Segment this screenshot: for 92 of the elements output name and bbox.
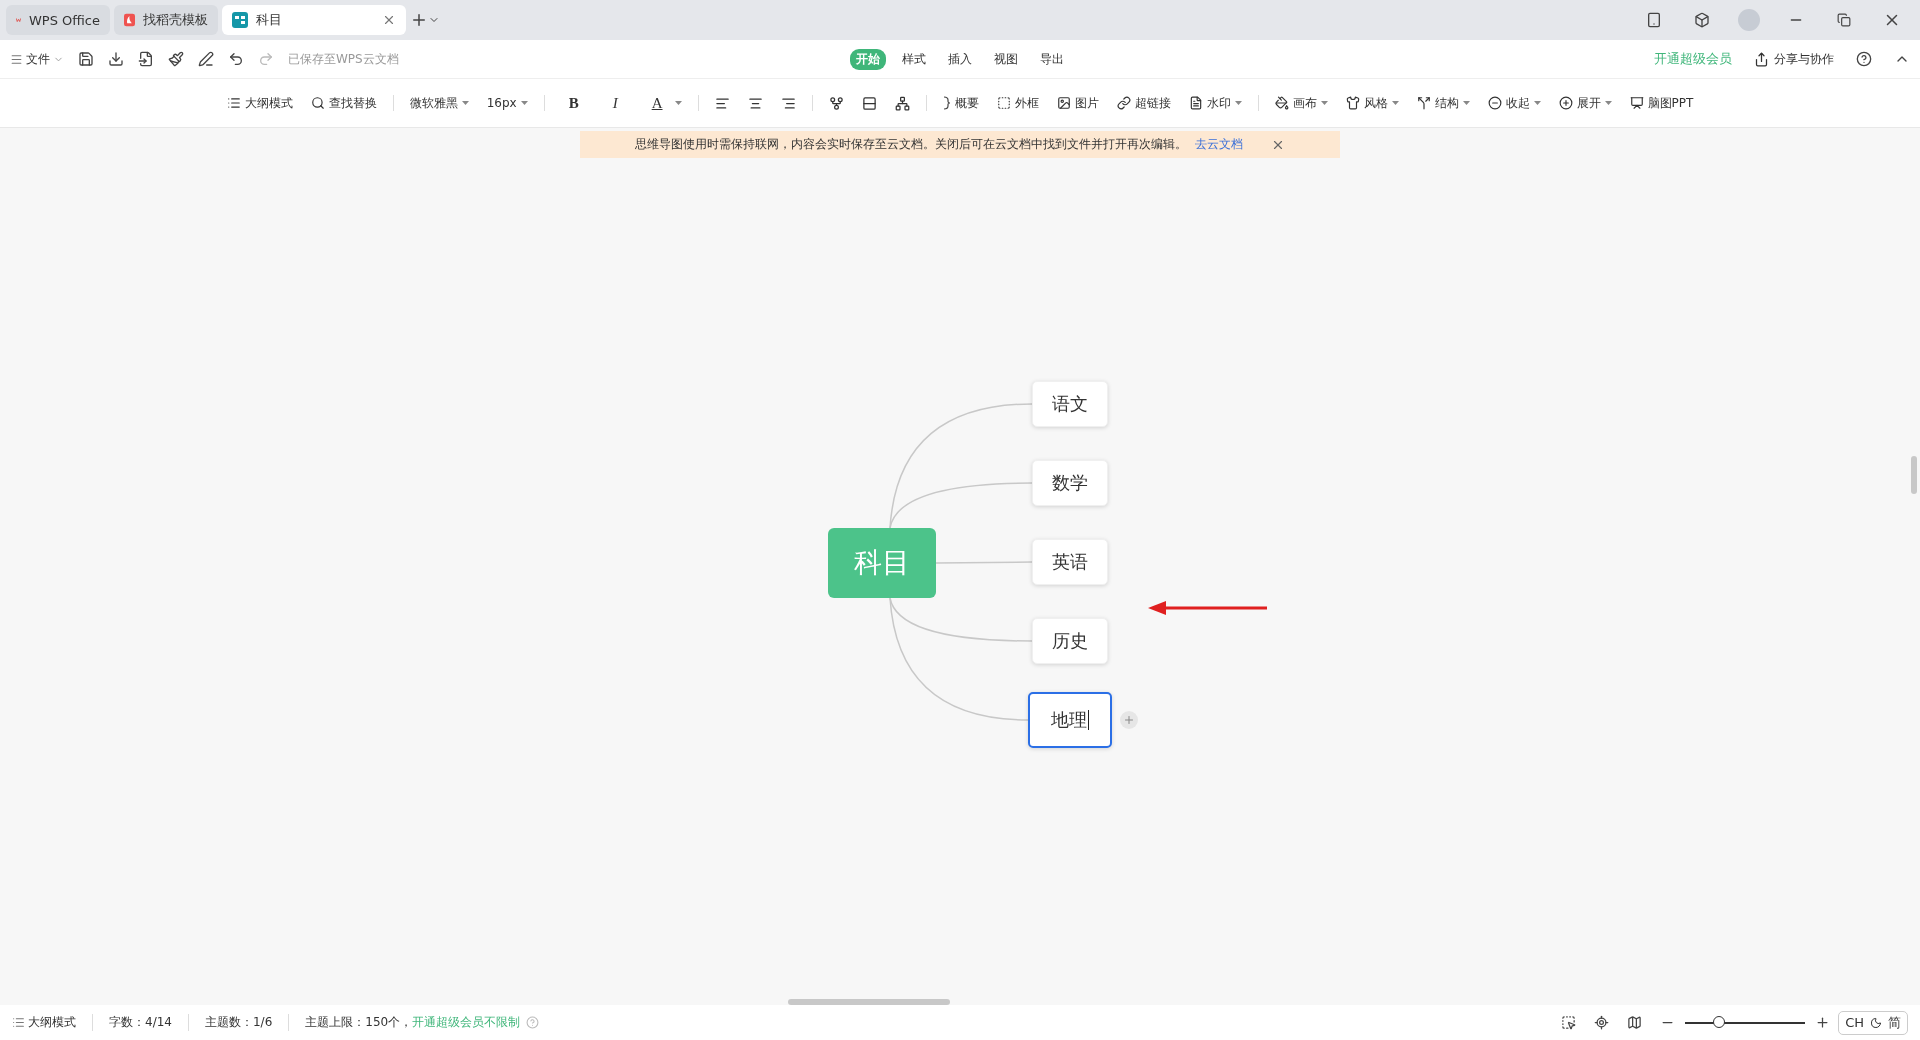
toolbar-button[interactable]: 查找替换: [304, 90, 383, 116]
mindmap-logo-icon: [232, 12, 248, 28]
locate-icon[interactable]: [1594, 1015, 1610, 1030]
pen-icon[interactable]: [198, 51, 214, 67]
document-tab[interactable]: 找稻壳模板: [114, 5, 218, 35]
toolbar-button[interactable]: 外框: [990, 90, 1045, 116]
align-right-icon: [780, 95, 796, 111]
paint-roller-icon[interactable]: [168, 51, 184, 67]
undo-icon[interactable]: [228, 51, 244, 67]
notice-text: 思维导图使用时需保持联网，内容会实时保存至云文档。关闭后可在云文档中找到文件并打开再次编辑。: [635, 136, 1187, 153]
save-status: 已保存至WPS云文档: [288, 50, 399, 68]
align-center-icon: [747, 95, 763, 111]
new-tab-button[interactable]: [410, 11, 440, 29]
sibling-topic-icon: [861, 95, 877, 111]
list-icon: [226, 96, 241, 110]
help-icon[interactable]: [1856, 51, 1872, 67]
format-button[interactable]: B: [554, 90, 593, 116]
caret-icon: [1533, 101, 1541, 105]
topic-node[interactable]: 数学: [1032, 460, 1108, 506]
plus-circle-icon: [1558, 96, 1573, 110]
import-icon[interactable]: [138, 51, 154, 67]
cloud-docs-link[interactable]: 去云文档: [1195, 136, 1243, 153]
image-icon: [1056, 96, 1071, 110]
shirt-icon: [1345, 96, 1360, 110]
brace-icon: [942, 96, 951, 110]
map-icon[interactable]: [1627, 1015, 1643, 1030]
topic-node[interactable]: 语文: [1032, 381, 1108, 427]
vertical-scrollbar[interactable]: [1911, 456, 1917, 494]
paint-bucket-icon: [1274, 96, 1289, 110]
plus-icon: [1123, 714, 1135, 726]
caret-icon: [1462, 101, 1470, 105]
caret-icon: [520, 101, 528, 105]
document-icon: [1188, 96, 1203, 110]
toolbar-button[interactable]: 展开: [1552, 90, 1618, 116]
topic-limit: 主题上限：150个，: [304, 1014, 413, 1031]
split-icon: [1416, 96, 1431, 110]
caret-icon: [461, 101, 469, 105]
save-icon[interactable]: [78, 51, 94, 67]
caret-icon: [1391, 101, 1399, 105]
caret-icon: [1320, 101, 1328, 105]
caret-icon: [1604, 101, 1612, 105]
align-left-icon: [714, 95, 730, 111]
horizontal-scrollbar[interactable]: [788, 999, 950, 1005]
presentation-icon: [1629, 96, 1644, 110]
caret-icon: [674, 101, 682, 105]
ribbon-tab[interactable]: 导出: [1034, 48, 1070, 70]
download-icon[interactable]: [108, 51, 124, 67]
document-tab[interactable]: WPS Office: [6, 5, 110, 35]
flame-logo-icon: [124, 12, 135, 28]
selection-icon[interactable]: [1561, 1015, 1577, 1030]
ribbon-tab[interactable]: 样式: [896, 48, 932, 70]
minus-circle-icon: [1487, 96, 1502, 110]
toolbar-dropdown[interactable]: 微软雅黑: [403, 90, 475, 116]
toolbar-button[interactable]: 大纲模式: [220, 90, 299, 116]
caret-icon: [1234, 101, 1242, 105]
format-button[interactable]: I: [598, 90, 632, 116]
toolbar-button[interactable]: 概要: [936, 90, 985, 116]
toolbar-button[interactable]: 脑图PPT: [1623, 90, 1700, 116]
toolbar-button[interactable]: 画布: [1268, 90, 1334, 116]
topic-count: 主题数：1/6: [188, 1014, 290, 1031]
zoom-in-icon[interactable]: [1815, 1015, 1831, 1030]
plus-icon: [410, 11, 428, 29]
toolbar-button[interactable]: 超链接: [1110, 90, 1177, 116]
toolbar-button[interactable]: 风格: [1339, 90, 1405, 116]
topic-node[interactable]: 地理: [1028, 692, 1112, 748]
ribbon-tab[interactable]: 插入: [942, 48, 978, 70]
close-icon[interactable]: [382, 13, 396, 27]
toolbar-dropdown[interactable]: 16px: [480, 92, 534, 114]
list-icon: [12, 1016, 25, 1029]
file-menu[interactable]: 文件: [10, 50, 64, 68]
link-icon: [1116, 96, 1131, 110]
input-method-indicator[interactable]: CH 简: [1838, 1010, 1908, 1035]
moon-icon: [1870, 1016, 1882, 1029]
dashed-frame-icon: [996, 96, 1011, 110]
search-icon: [310, 96, 325, 110]
toolbar-button[interactable]: 图片: [1050, 90, 1105, 116]
format-button[interactable]: A: [637, 90, 688, 116]
outline-mode-button[interactable]: 大纲模式: [12, 1014, 93, 1031]
toolbar-button[interactable]: 水印: [1182, 90, 1248, 116]
menu-icon: [10, 52, 23, 66]
subtopic-icon: [828, 95, 844, 111]
zoom-thumb[interactable]: [1712, 1015, 1725, 1028]
topic-node[interactable]: 英语: [1032, 539, 1108, 585]
toolbar-button[interactable]: 结构: [1410, 90, 1476, 116]
share-icon: [1754, 51, 1769, 67]
toolbar-button[interactable]: 收起: [1481, 90, 1547, 116]
document-tab[interactable]: 科目: [222, 5, 406, 35]
share-button[interactable]: 分享与协作: [1754, 50, 1834, 68]
parent-topic-icon: [894, 95, 910, 111]
word-count: 字数：4/14: [93, 1014, 189, 1031]
ribbon-tab[interactable]: 视图: [988, 48, 1024, 70]
topic-node[interactable]: 历史: [1032, 618, 1108, 664]
